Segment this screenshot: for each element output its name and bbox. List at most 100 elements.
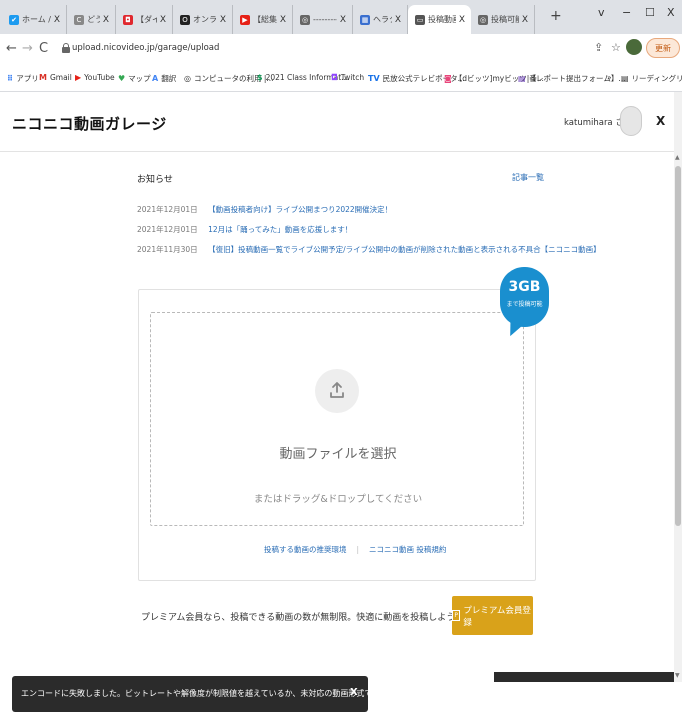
c-icon: C xyxy=(74,15,84,25)
bookmark-item[interactable]: ◘Twitch xyxy=(331,73,364,82)
browser-tab[interactable]: ▭投稿動画X xyxy=(408,5,471,34)
header-close-button[interactable]: X xyxy=(656,114,665,128)
browser-tab[interactable]: ◎------------X xyxy=(293,5,353,34)
pink-icon: ◙ xyxy=(444,74,452,83)
minimize-button[interactable]: − xyxy=(622,6,631,19)
tab-close-icon[interactable]: X xyxy=(456,15,468,25)
lock-icon xyxy=(62,43,70,53)
url-bar[interactable]: upload.nicovideo.jp/garage/upload xyxy=(58,38,598,60)
browser-tab[interactable]: ◘【ダイパリメX xyxy=(116,5,173,34)
globe-icon: ◎ xyxy=(478,15,488,25)
update-label: 更新 xyxy=(655,43,671,54)
tab-close-icon[interactable]: X xyxy=(392,15,404,25)
toast-close-button[interactable]: X xyxy=(350,687,358,698)
site-logo[interactable]: ニコニコ動画ガレージ xyxy=(12,113,167,134)
premium-signup-button[interactable]: P プレミアム会員登録 xyxy=(452,596,533,635)
bookmark-item[interactable]: ♥マップ xyxy=(118,73,151,84)
bookmark-label: Twitch xyxy=(341,73,364,82)
tab-label: ヘラクロス xyxy=(373,14,392,25)
site-header: ニコニコ動画ガレージ katumihara さん X xyxy=(0,92,674,152)
tab-label: 投稿動画 xyxy=(428,14,456,25)
bookmark-label: アプリ xyxy=(16,73,39,84)
tab-label: どうすればい xyxy=(87,14,100,25)
apps-grid-icon: ⠿ xyxy=(7,74,13,83)
bookmark-item[interactable]: A翻訳 xyxy=(152,73,176,84)
select-file-label[interactable]: 動画ファイルを選択 xyxy=(151,443,525,462)
reload-button[interactable]: C xyxy=(39,41,48,56)
terms-link[interactable]: ニコニコ動画 投稿規約 xyxy=(369,545,446,554)
scroll-down-icon[interactable]: ▼ xyxy=(675,672,680,679)
doc-icon: ▦ xyxy=(360,15,370,25)
premium-promo-text: プレミアム会員なら、投稿できる動画の数が無制限。快適に動画を投稿しよう！ xyxy=(141,610,464,623)
bookmark-star-icon[interactable]: ☆ xyxy=(611,41,621,54)
globe-icon: ◎ xyxy=(184,74,191,83)
forward-button[interactable]: → xyxy=(22,41,33,56)
browser-tab[interactable]: OオンラインフX xyxy=(173,5,233,34)
bookmarks-bar: ⠿アプリMGmail▶YouTube♥マップA翻訳◎コンピュータの利用 |...… xyxy=(0,64,682,92)
form-icon: ▤ xyxy=(518,74,526,83)
tver-icon: TV xyxy=(368,74,380,83)
tab-close-icon[interactable]: X xyxy=(519,15,531,25)
news-item: 2021年11月30日 【復旧】投稿動画一覧でライブ公開予定/ライブ公開中の動画… xyxy=(137,244,601,255)
restore-button[interactable]: ☐ xyxy=(645,6,655,19)
recommended-env-link[interactable]: 投稿する動画の推奨環境 xyxy=(264,545,347,554)
bookmark-item[interactable]: ▶YouTube xyxy=(75,73,115,82)
tab-close-icon[interactable]: X xyxy=(337,15,349,25)
browser-tab[interactable]: ◎投稿可能なX xyxy=(471,5,535,34)
news-all-link[interactable]: 記事一覧 xyxy=(512,172,544,183)
premium-icon: P xyxy=(452,610,460,621)
bookmark-item[interactable]: MGmail xyxy=(39,73,72,82)
quota-badge: 3GB まで投稿可能 xyxy=(500,267,549,346)
premium-button-label: プレミアム会員登録 xyxy=(463,604,533,628)
page-scrollbar[interactable]: ▲ ▼ xyxy=(674,92,682,682)
browser-tab-bar: ✔ホーム / TwiXCどうすればいX◘【ダイパリメXOオンラインフX▶【総集編… xyxy=(0,0,682,34)
new-tab-button[interactable]: + xyxy=(550,8,562,24)
close-window-button[interactable]: X xyxy=(667,6,675,19)
reading-list-button[interactable]: ▤ リーディングリスト xyxy=(621,73,682,84)
bookmark-label: Gmail xyxy=(50,73,72,82)
news-link[interactable]: 【復旧】投稿動画一覧でライブ公開予定/ライブ公開中の動画が削除された動画と表示さ… xyxy=(208,245,601,254)
upload-icon xyxy=(329,381,345,399)
news-link[interactable]: 12月は「踊ってみた」動画を応援します！ xyxy=(208,225,352,234)
tab-close-icon[interactable]: X xyxy=(217,15,229,25)
browser-tab[interactable]: CどうすればいX xyxy=(67,5,116,34)
scroll-thumb[interactable] xyxy=(675,166,681,526)
update-button[interactable]: 更新 xyxy=(646,38,680,58)
page: ニコニコ動画ガレージ katumihara さん X お知らせ 記事一覧 202… xyxy=(0,92,682,682)
twitter-icon: ✔ xyxy=(9,15,19,25)
quota-amount: 3GB xyxy=(500,279,549,295)
news-link[interactable]: 【動画投稿者向け】ライブ公開まつり2022開催決定！ xyxy=(208,205,392,214)
globe-icon: ◎ xyxy=(300,15,310,25)
tab-search-icon[interactable]: v xyxy=(598,6,605,19)
tab-close-icon[interactable]: X xyxy=(277,15,289,25)
tab-close-icon[interactable]: X xyxy=(100,15,112,25)
tab-label: 【総集編】 xyxy=(253,14,277,25)
red-square-icon: ◘ xyxy=(123,15,133,25)
url-text: upload.nicovideo.jp/garage/upload xyxy=(72,43,219,53)
tab-label: ホーム / Twi xyxy=(22,14,51,25)
news-date: 2021年11月30日 xyxy=(137,245,198,254)
browser-tab[interactable]: ▶【総集編】X xyxy=(233,5,293,34)
quota-badge-circle xyxy=(500,267,549,327)
browser-tab[interactable]: ✔ホーム / TwiX xyxy=(2,5,67,34)
browser-tab[interactable]: ▦ヘラクロスX xyxy=(353,5,408,34)
news-date: 2021年12月01日 xyxy=(137,205,198,214)
back-button[interactable]: ← xyxy=(6,41,17,56)
scroll-up-icon[interactable]: ▲ xyxy=(675,154,680,161)
profile-avatar[interactable] xyxy=(626,39,642,55)
user-avatar[interactable] xyxy=(620,106,642,136)
tab-label: 投稿可能な xyxy=(491,14,519,25)
tab-close-icon[interactable]: X xyxy=(157,15,169,25)
bookmarks-more-button[interactable]: » xyxy=(607,73,612,82)
circle-icon: O xyxy=(180,15,190,25)
tab-close-icon[interactable]: X xyxy=(51,15,63,25)
share-icon[interactable]: ⇪ xyxy=(594,41,603,54)
upload-button[interactable] xyxy=(315,369,359,413)
reading-list-icon: ▤ xyxy=(621,74,629,83)
bookmark-item[interactable]: ⠿アプリ xyxy=(7,73,39,84)
news-item: 2021年12月01日 【動画投稿者向け】ライブ公開まつり2022開催決定！ xyxy=(137,204,392,215)
upload-dropzone[interactable]: 動画ファイルを選択 またはドラッグ&ドロップしてください xyxy=(150,312,524,526)
news-date: 2021年12月01日 xyxy=(137,225,198,234)
gmail-icon: M xyxy=(39,73,47,82)
address-bar-row: ← → C upload.nicovideo.jp/garage/upload … xyxy=(0,34,682,64)
